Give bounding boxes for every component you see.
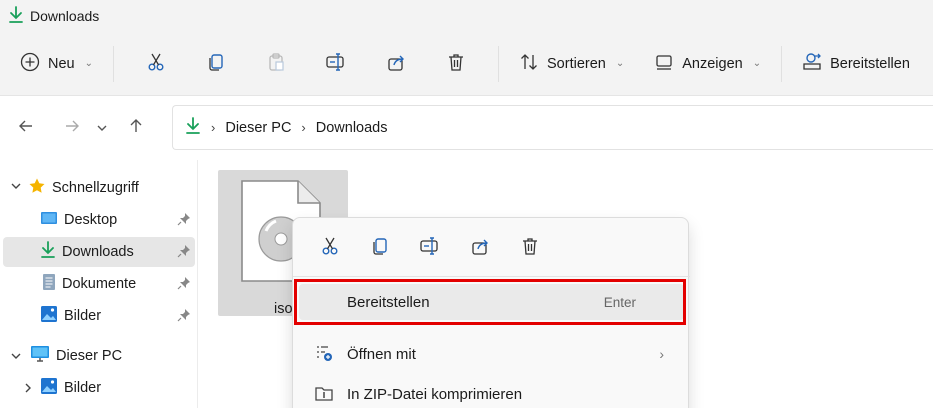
share-button[interactable] bbox=[374, 44, 418, 84]
command-bar: Neu ⌄ Sortieren ⌄ Anzeigen ⌄ Bereitstell… bbox=[0, 32, 933, 96]
mount-button[interactable]: Bereitstellen bbox=[794, 44, 918, 84]
menu-item-label: In ZIP-Datei komprimieren bbox=[347, 385, 523, 403]
toolbar-separator bbox=[498, 45, 499, 82]
copy-button[interactable] bbox=[355, 227, 405, 267]
pin-icon bbox=[177, 308, 191, 326]
context-menu-quick-actions bbox=[293, 218, 690, 276]
sidebar-item-label: Dieser PC bbox=[56, 348, 123, 364]
sidebar-item-label: Desktop bbox=[64, 212, 118, 228]
sidebar-item-label: Bilder bbox=[64, 308, 102, 324]
scissors-icon bbox=[146, 52, 166, 75]
sidebar-item-label: Schnellzugriff bbox=[52, 180, 139, 196]
new-button[interactable]: Neu ⌄ bbox=[12, 44, 101, 84]
share-button[interactable] bbox=[455, 227, 505, 267]
delete-button[interactable] bbox=[505, 227, 555, 267]
arrow-up-icon bbox=[128, 118, 144, 139]
chevron-down-icon[interactable] bbox=[10, 180, 22, 195]
sort-button-label: Sortieren bbox=[547, 55, 606, 72]
menu-item-label: Öffnen mit bbox=[347, 345, 416, 363]
pin-icon bbox=[177, 212, 191, 230]
view-button-label: Anzeigen bbox=[682, 55, 743, 72]
breadcrumb-item[interactable]: Dieser PC bbox=[225, 120, 291, 136]
paste-icon bbox=[266, 52, 286, 75]
file-name: iso bbox=[274, 301, 293, 317]
computer-icon bbox=[30, 345, 50, 367]
menu-item-compress-zip[interactable]: In ZIP-Datei komprimieren bbox=[299, 376, 684, 408]
view-icon bbox=[654, 52, 674, 76]
menu-item-open-with[interactable]: Öffnen mit › bbox=[299, 336, 684, 372]
pin-icon bbox=[177, 244, 191, 262]
sidebar-item-label: Dokumente bbox=[62, 276, 137, 292]
context-menu-divider bbox=[293, 276, 690, 277]
sidebar-item-documents[interactable]: Dokumente bbox=[3, 269, 195, 299]
chevron-down-icon[interactable] bbox=[10, 350, 22, 365]
arrow-left-icon bbox=[18, 118, 34, 139]
breadcrumb-chevron-icon: › bbox=[211, 120, 216, 135]
highlight-box bbox=[294, 279, 686, 325]
arrow-right-icon bbox=[64, 118, 80, 139]
navigation-bar: › Dieser PC › Downloads bbox=[0, 97, 933, 159]
star-icon bbox=[28, 177, 46, 199]
forward-button[interactable] bbox=[54, 110, 90, 146]
navigation-pane: Schnellzugriff Desktop Downloads Dokumen… bbox=[0, 160, 198, 408]
chevron-right-icon: › bbox=[659, 346, 664, 362]
download-icon bbox=[185, 116, 201, 139]
picture-icon bbox=[40, 305, 58, 327]
recent-locations-button[interactable] bbox=[90, 110, 114, 146]
new-button-label: Neu bbox=[48, 55, 75, 72]
rename-icon bbox=[325, 52, 347, 75]
share-icon bbox=[470, 236, 490, 259]
window-title: Downloads bbox=[30, 8, 100, 24]
view-button[interactable]: Anzeigen ⌄ bbox=[646, 44, 769, 84]
download-icon bbox=[40, 241, 56, 263]
title-bar: Downloads bbox=[0, 0, 933, 32]
download-icon bbox=[8, 5, 24, 27]
sort-icon bbox=[519, 52, 539, 76]
copy-button[interactable] bbox=[194, 44, 238, 84]
chevron-down-icon: ⌄ bbox=[84, 58, 93, 69]
toolbar-separator bbox=[781, 45, 783, 82]
delete-button[interactable] bbox=[434, 44, 478, 84]
chevron-down-icon bbox=[96, 118, 108, 139]
paste-button[interactable] bbox=[254, 44, 298, 84]
cut-button[interactable] bbox=[134, 44, 178, 84]
picture-icon bbox=[40, 377, 58, 399]
mount-icon bbox=[802, 52, 822, 76]
trash-icon bbox=[446, 52, 466, 75]
chevron-down-icon: ⌄ bbox=[615, 58, 625, 69]
address-bar[interactable]: › Dieser PC › Downloads bbox=[172, 105, 933, 150]
copy-icon bbox=[206, 52, 226, 75]
sidebar-item-label: Bilder bbox=[64, 380, 102, 396]
sidebar-item-this-pc[interactable]: Dieser PC bbox=[30, 341, 190, 371]
rename-button[interactable] bbox=[405, 227, 455, 267]
cut-button[interactable] bbox=[305, 227, 355, 267]
pin-icon bbox=[177, 276, 191, 294]
breadcrumb-chevron-icon: › bbox=[301, 120, 306, 135]
share-icon bbox=[386, 52, 406, 75]
plus-circle-icon bbox=[20, 52, 40, 76]
sidebar-item-desktop[interactable]: Desktop bbox=[3, 205, 195, 235]
mount-button-label: Bereitstellen bbox=[830, 55, 910, 72]
chevron-down-icon: ⌄ bbox=[752, 58, 762, 69]
copy-icon bbox=[370, 236, 390, 259]
sidebar-item-pictures[interactable]: Bilder bbox=[3, 301, 195, 331]
sidebar-item-quick-access[interactable]: Schnellzugriff bbox=[28, 173, 188, 203]
sidebar-item-downloads[interactable]: Downloads bbox=[3, 237, 195, 267]
sidebar-item-this-pc-pictures[interactable]: Bilder bbox=[3, 373, 195, 403]
sidebar-item-label: Downloads bbox=[62, 244, 134, 260]
breadcrumb-item[interactable]: Downloads bbox=[316, 120, 388, 136]
trash-icon bbox=[520, 236, 540, 259]
document-icon bbox=[42, 273, 56, 295]
desktop-icon bbox=[40, 210, 58, 230]
sort-button[interactable]: Sortieren ⌄ bbox=[511, 44, 632, 84]
rename-icon bbox=[419, 236, 441, 259]
scissors-icon bbox=[320, 236, 340, 259]
rename-button[interactable] bbox=[314, 44, 358, 84]
back-button[interactable] bbox=[8, 110, 44, 146]
open-with-icon bbox=[315, 344, 333, 366]
toolbar-separator bbox=[113, 45, 114, 82]
zip-folder-icon bbox=[315, 384, 333, 406]
up-button[interactable] bbox=[118, 110, 154, 146]
